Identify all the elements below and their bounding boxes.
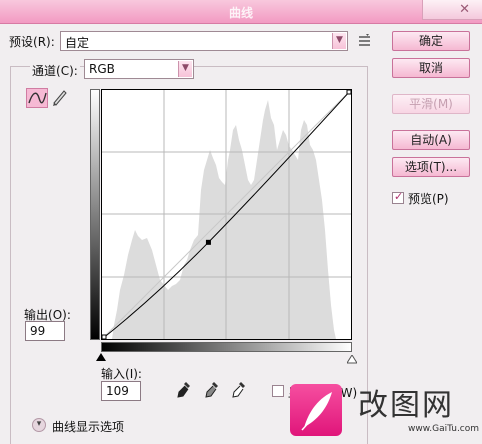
list-menu-icon[interactable]: [356, 33, 374, 49]
input-gradient-bar: [101, 342, 352, 352]
ok-button[interactable]: 确定: [392, 31, 470, 51]
channel-value: RGB: [89, 62, 115, 76]
curve-endpoint-black: [101, 334, 107, 340]
watermark-url: www.GaiTu.com: [408, 424, 480, 434]
preview-checkbox[interactable]: ✓: [392, 190, 404, 204]
watermark: 改图网 www.GaiTu.com: [290, 380, 482, 444]
check-icon: ✓: [394, 190, 404, 203]
output-gradient-bar: [90, 89, 100, 340]
white-point-slider[interactable]: [346, 353, 358, 367]
show-clipping-checkbox[interactable]: [272, 385, 284, 397]
preview-label: 预览(P): [408, 192, 449, 206]
curve-graph-svg[interactable]: [101, 89, 352, 340]
expand-icon[interactable]: ▾: [32, 418, 46, 432]
pencil-tool-icon[interactable]: [50, 88, 72, 108]
curve-tool-icon[interactable]: [26, 88, 48, 108]
chevron-down-icon: ▼: [178, 61, 192, 77]
curve-graph[interactable]: [101, 89, 352, 340]
preset-select[interactable]: 自定 ▼: [60, 31, 348, 51]
white-eyedropper-icon[interactable]: [232, 381, 246, 399]
histogram: [112, 100, 336, 339]
chevron-down-icon: ▼: [332, 33, 346, 49]
preset-value: 自定: [65, 36, 90, 50]
auto-button[interactable]: 自动(A): [392, 130, 470, 150]
cancel-button[interactable]: 取消: [392, 58, 470, 78]
options-button[interactable]: 选项(T)...: [392, 157, 470, 177]
close-button[interactable]: ✕: [422, 0, 482, 20]
window-title: 曲线: [228, 6, 253, 20]
close-icon: ✕: [459, 2, 470, 17]
preset-label: 预设(R):: [9, 35, 55, 49]
channel-select[interactable]: RGB ▼: [84, 59, 194, 79]
feather-logo-icon: [290, 384, 342, 436]
curve-control-point: [205, 239, 211, 245]
channel-label: 通道(C):: [30, 62, 80, 79]
watermark-text: 改图网: [358, 388, 454, 423]
output-field[interactable]: 99: [25, 321, 65, 341]
curve-options-label[interactable]: 曲线显示选项: [52, 418, 124, 435]
curve-endpoint-white: [346, 89, 352, 95]
smooth-button[interactable]: 平滑(M): [392, 94, 470, 114]
title-bar: 曲线 ✕: [0, 0, 482, 24]
input-label: 输入(I):: [101, 367, 142, 381]
black-eyedropper-icon[interactable]: [177, 381, 191, 399]
gray-eyedropper-icon[interactable]: [205, 381, 219, 399]
black-point-slider[interactable]: [96, 353, 106, 361]
input-field[interactable]: 109: [101, 381, 141, 401]
